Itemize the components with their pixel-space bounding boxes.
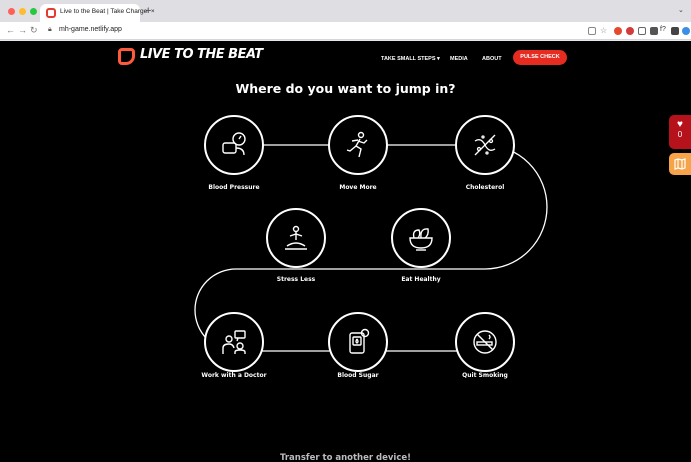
blood-pressure-monitor-icon [222, 132, 246, 156]
no-smoking-icon [473, 330, 497, 354]
extension-f-icon[interactable]: f? [660, 26, 666, 33]
url-text: mh-game.netlify.app [59, 26, 122, 33]
node-blood-pressure[interactable] [204, 115, 264, 175]
new-tab-button[interactable]: + [145, 5, 151, 17]
map-icon [674, 158, 686, 170]
tab-search-chevron-icon[interactable]: ⌄ [678, 6, 684, 14]
label-work-with-a-doctor: Work with a Doctor [201, 372, 267, 379]
tab-bar: Live to the Beat | Take Charge! × + ⌄ [0, 0, 691, 22]
label-stress-less: Stress Less [276, 276, 316, 283]
node-blood-sugar[interactable] [328, 312, 388, 372]
tab-title: Live to the Beat | Take Charge! × [60, 8, 155, 15]
bookmark-star-icon[interactable]: ☆ [600, 26, 607, 35]
heart-counter-widget[interactable]: ♥ 0 [669, 115, 691, 149]
node-eat-healthy[interactable] [391, 208, 451, 268]
node-work-with-a-doctor[interactable] [204, 312, 264, 372]
share-icon[interactable] [588, 27, 596, 35]
node-quit-smoking[interactable] [455, 312, 515, 372]
node-move-more[interactable] [328, 115, 388, 175]
node-cholesterol[interactable] [455, 115, 515, 175]
extension-dark-icon[interactable] [650, 27, 658, 35]
browser-window: Live to the Beat | Take Charge! × + ⌄ ← … [0, 0, 691, 462]
extension-pinterest-icon[interactable] [626, 27, 634, 35]
tab-live-to-the-beat[interactable]: Live to the Beat | Take Charge! × [40, 4, 155, 22]
label-cholesterol: Cholesterol [465, 184, 505, 191]
label-move-more: Move More [339, 184, 377, 191]
lock-icon: 🔒︎ [48, 26, 52, 33]
extension-red-icon[interactable] [614, 27, 622, 35]
running-person-icon [346, 131, 368, 158]
map-widget[interactable] [669, 153, 691, 175]
meditation-icon [285, 225, 307, 250]
node-stress-less[interactable] [266, 208, 326, 268]
heart-icon: ♥ [677, 119, 683, 130]
label-eat-healthy: Eat Healthy [401, 276, 441, 283]
cholesterol-icon [474, 134, 496, 156]
reload-icon[interactable]: ↻ [30, 25, 38, 36]
label-quit-smoking: Quit Smoking [462, 372, 508, 379]
salad-bowl-icon [409, 228, 433, 251]
forward-arrow-icon[interactable]: → [18, 25, 27, 35]
heart-count: 0 [677, 130, 683, 139]
journey-path [194, 144, 548, 352]
close-window-button[interactable] [8, 8, 15, 15]
label-blood-sugar: Blood Sugar [337, 372, 379, 379]
minimize-window-button[interactable] [19, 8, 26, 15]
site-favicon-icon [46, 8, 56, 18]
address-bar[interactable]: 🔒︎ mh-game.netlify.app [44, 24, 604, 38]
extensions-puzzle-icon[interactable] [671, 27, 679, 35]
doctor-chat-icon [222, 330, 246, 354]
glucose-meter-icon [349, 328, 370, 354]
extension-box-icon[interactable] [638, 27, 646, 35]
browser-toolbar: ← → ↻ 🔒︎ mh-game.netlify.app ☆ f? [0, 22, 691, 40]
transfer-device-link[interactable]: Transfer to another device! [0, 453, 691, 462]
back-arrow-icon[interactable]: ← [6, 25, 15, 35]
label-blood-pressure: Blood Pressure [208, 184, 260, 191]
page-content: LIVE TO THE BEAT TAKE SMALL STEPS ▾ MEDI… [0, 41, 691, 462]
zoom-window-button[interactable] [30, 8, 37, 15]
profile-avatar-icon[interactable] [682, 27, 690, 35]
